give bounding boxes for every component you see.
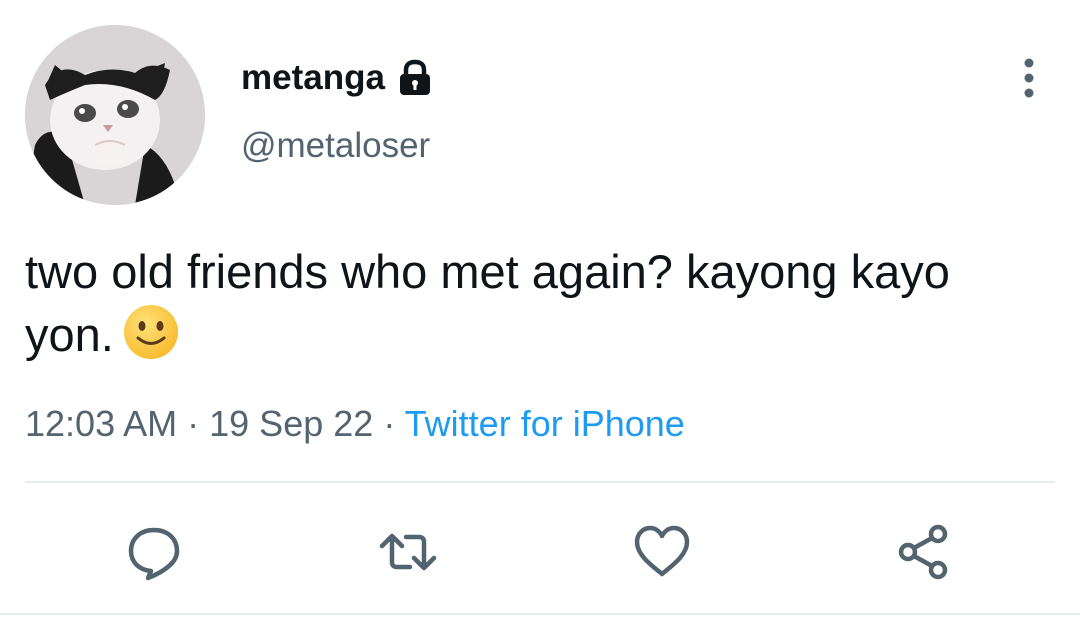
meta-separator: · (187, 403, 200, 444)
tweet-source-link[interactable]: Twitter for iPhone (405, 403, 685, 444)
tweet: metanga @metaloser two old friends who m… (0, 0, 1080, 630)
meta-separator: · (383, 403, 396, 444)
slightly-smiling-face-icon (122, 303, 180, 361)
cat-avatar-image (25, 25, 205, 205)
divider-bottom (0, 613, 1080, 615)
display-name-text: metanga (241, 58, 385, 97)
more-options-icon[interactable] (1014, 56, 1044, 100)
display-name[interactable]: metanga (241, 58, 433, 98)
user-handle[interactable]: @metaloser (241, 126, 430, 166)
reply-button[interactable] (124, 522, 184, 582)
tweet-time: 12:03 AM (25, 403, 178, 444)
tweet-meta: 12:03 AM · 19 Sep 22 · Twitter for iPhon… (25, 403, 685, 445)
share-icon (898, 524, 948, 580)
avatar[interactable] (25, 25, 205, 205)
tweet-date: 19 Sep 22 (209, 403, 374, 444)
retweet-icon (379, 533, 437, 571)
tweet-text: two old friends who met again? kayong ka… (25, 241, 1045, 366)
divider (25, 481, 1055, 483)
lock-icon (397, 59, 433, 97)
retweet-button[interactable] (378, 522, 438, 582)
comment-icon (128, 527, 180, 581)
heart-icon (634, 525, 690, 577)
like-button[interactable] (632, 522, 692, 582)
share-button[interactable] (893, 522, 953, 582)
